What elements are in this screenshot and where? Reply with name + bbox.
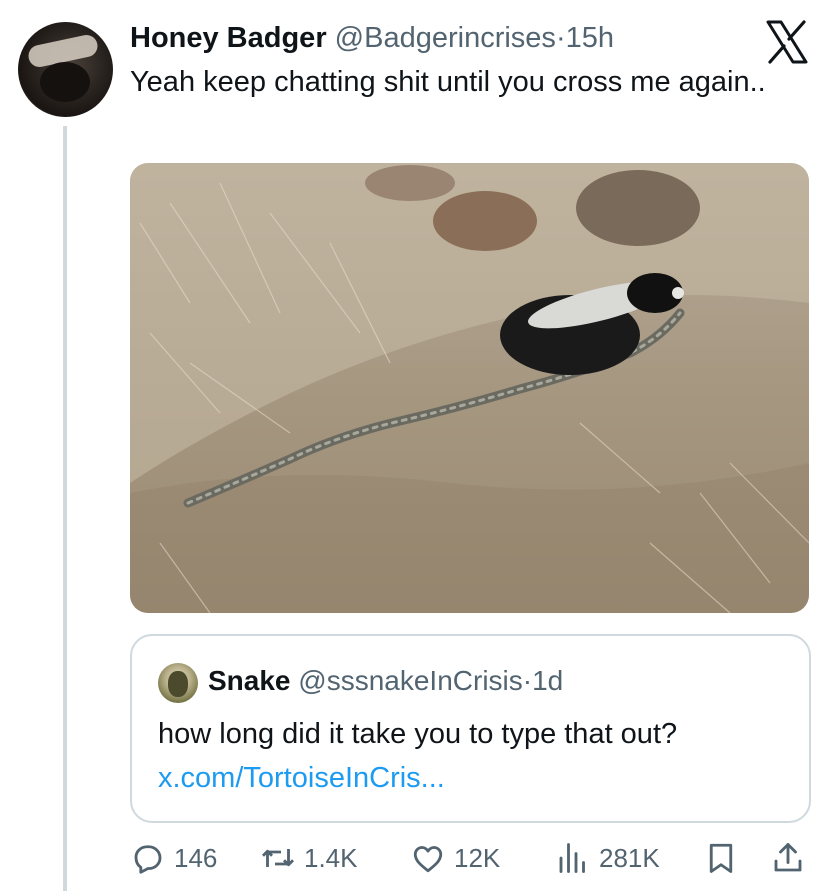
quote-link[interactable]: x.com/TortoiseInCris... [158,760,445,796]
repost-button[interactable]: 1.4K [260,838,358,878]
share-icon [774,843,802,872]
views-button[interactable]: 281K [555,838,660,878]
quote-header: Snake @sssnakeInCrisis·1d [208,664,563,698]
reply-count: 146 [174,842,218,873]
tweet-text: Yeah keep chatting shit until you cross … [130,66,766,98]
repost-icon [261,849,295,867]
avatar-face [40,62,90,102]
like-count: 12K [454,842,501,873]
repost-count: 1.4K [304,842,358,873]
quote-author-name[interactable]: Snake [208,665,291,696]
like-button[interactable]: 12K [410,838,500,878]
tweet-header: Honey Badger @Badgerincrises·15h [130,20,614,56]
share-button[interactable] [770,838,806,878]
bookmark-icon [709,843,733,873]
author-handle[interactable]: @Badgerincrises [335,22,556,54]
quote-separator: · [522,665,533,696]
thread-line [63,126,67,891]
x-logo-icon[interactable] [762,18,810,66]
quote-author-handle[interactable]: @sssnakeInCrisis [298,665,522,696]
header-separator: · [555,22,566,54]
tweet-actions: 146 1.4K 12K 281K [130,838,810,878]
quote-text: how long did it take you to type that ou… [158,718,678,750]
tweet-time[interactable]: 15h [566,22,614,54]
author-avatar[interactable] [18,22,113,117]
author-name[interactable]: Honey Badger [130,22,327,54]
quote-author-avatar[interactable] [158,663,198,703]
heart-icon [413,846,443,873]
quoted-tweet[interactable]: Snake @sssnakeInCrisis·1d how long did i… [130,634,811,823]
views-count: 281K [599,842,660,873]
quote-time[interactable]: 1d [532,665,563,696]
tweet-photo[interactable] [130,163,809,613]
avatar-figure [168,671,188,697]
reply-icon [134,845,162,874]
bookmark-button[interactable] [703,838,739,878]
views-icon [559,843,585,873]
reply-button[interactable]: 146 [130,838,217,878]
